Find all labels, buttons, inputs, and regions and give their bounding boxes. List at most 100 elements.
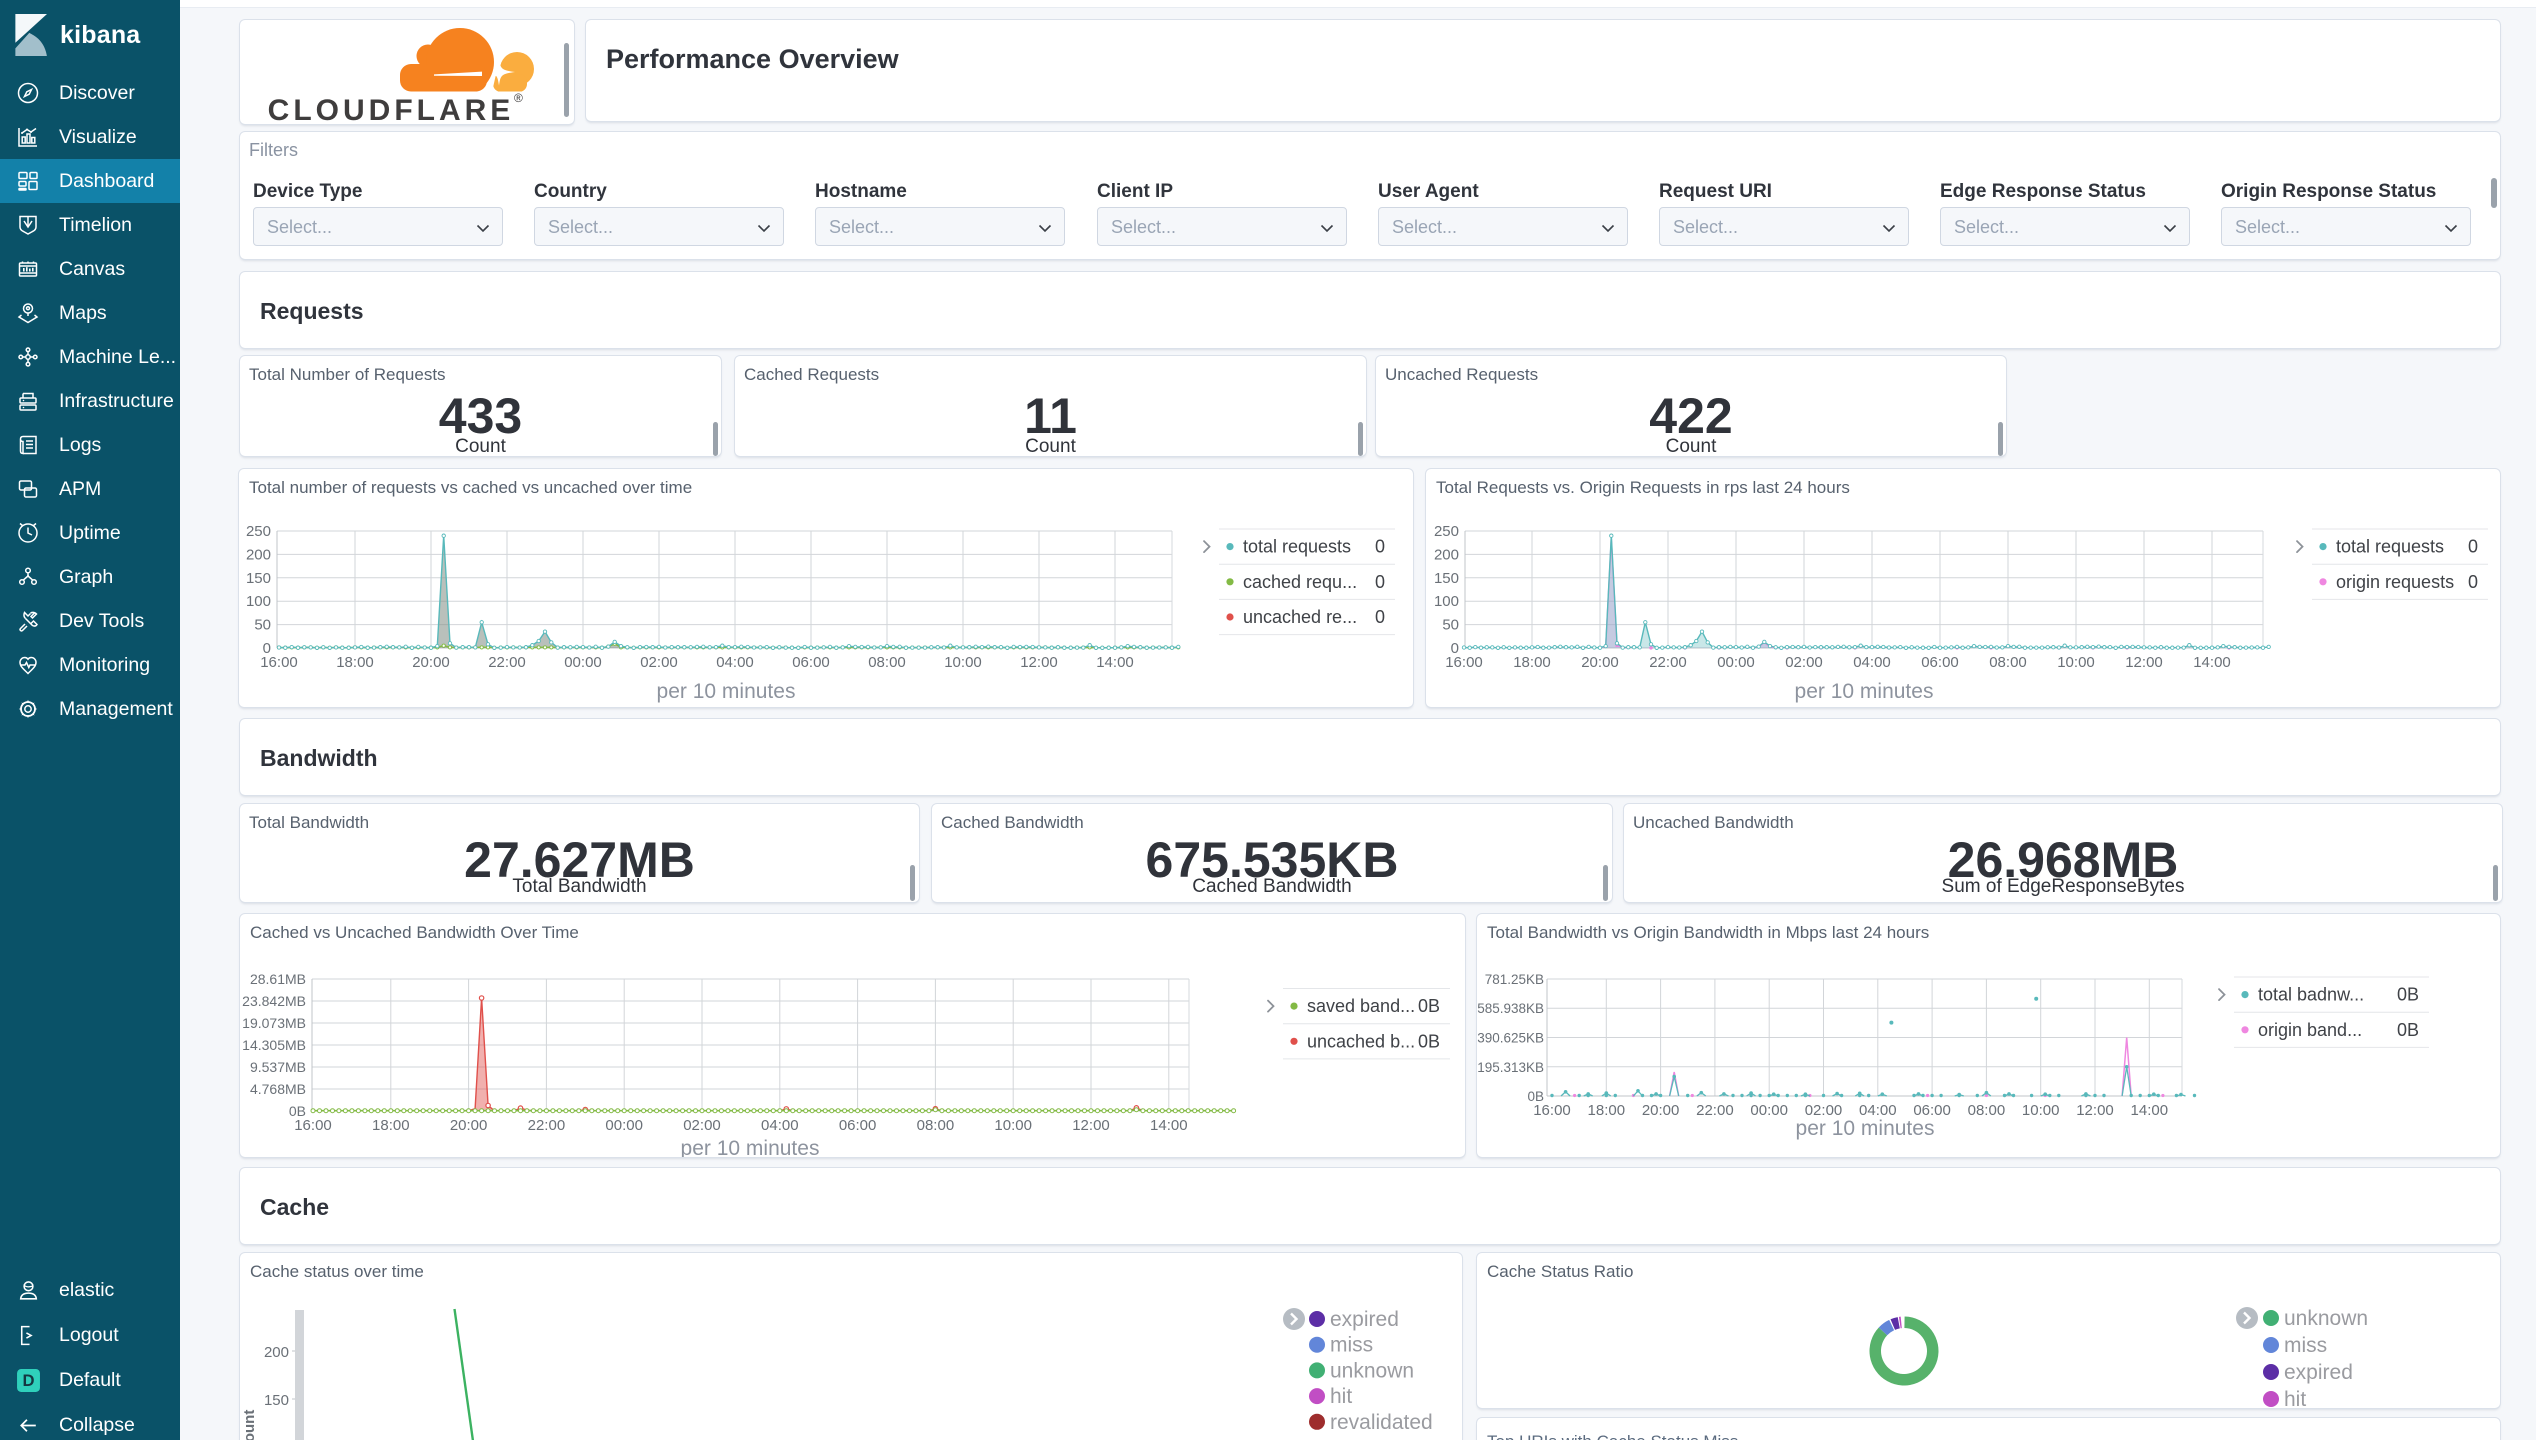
- svg-text:250: 250: [246, 523, 271, 540]
- svg-text:00:00: 00:00: [605, 1117, 643, 1134]
- svg-text:20:00: 20:00: [1642, 1102, 1680, 1119]
- svg-text:06:00: 06:00: [839, 1117, 877, 1134]
- svg-text:02:00: 02:00: [640, 654, 678, 671]
- svg-text:08:00: 08:00: [917, 1117, 955, 1134]
- svg-text:00:00: 00:00: [1717, 654, 1755, 671]
- svg-text:hit: hit: [1330, 1385, 1352, 1408]
- svg-text:200: 200: [264, 1344, 289, 1361]
- svg-text:14:00: 14:00: [2193, 654, 2231, 671]
- svg-text:12:00: 12:00: [2125, 654, 2163, 671]
- svg-text:16:00: 16:00: [1445, 654, 1483, 671]
- svg-text:origin band...: origin band...: [2258, 1020, 2362, 1040]
- svg-text:CLOUDFLARE: CLOUDFLARE: [268, 94, 515, 125]
- svg-text:®: ®: [514, 91, 523, 105]
- svg-text:0: 0: [2468, 572, 2478, 592]
- svg-text:19.073MB: 19.073MB: [242, 1015, 306, 1031]
- svg-text:06:00: 06:00: [1921, 654, 1959, 671]
- svg-text:100: 100: [246, 593, 271, 610]
- svg-text:10:00: 10:00: [944, 654, 982, 671]
- svg-text:0: 0: [1375, 537, 1385, 557]
- svg-text:miss: miss: [1330, 1334, 1373, 1357]
- svg-text:10:00: 10:00: [994, 1117, 1032, 1134]
- svg-text:585.938KB: 585.938KB: [1477, 1001, 1544, 1016]
- svg-text:50: 50: [1442, 617, 1459, 634]
- svg-text:cached requ...: cached requ...: [1243, 572, 1357, 592]
- svg-text:miss: miss: [2284, 1334, 2327, 1357]
- svg-text:per 10 minutes: per 10 minutes: [1796, 1117, 1935, 1140]
- svg-text:00:00: 00:00: [564, 654, 602, 671]
- svg-text:12:00: 12:00: [1072, 1117, 1110, 1134]
- svg-text:22:00: 22:00: [1649, 654, 1687, 671]
- svg-text:50: 50: [254, 617, 271, 634]
- svg-text:18:00: 18:00: [336, 654, 374, 671]
- svg-text:22:00: 22:00: [528, 1117, 566, 1134]
- svg-text:20:00: 20:00: [1581, 654, 1619, 671]
- svg-text:02:00: 02:00: [683, 1117, 721, 1134]
- svg-text:0B: 0B: [2397, 1020, 2419, 1040]
- svg-text:28.61MB: 28.61MB: [250, 971, 306, 987]
- svg-text:23.842MB: 23.842MB: [242, 993, 306, 1009]
- svg-text:150: 150: [1434, 570, 1459, 587]
- svg-text:9.537MB: 9.537MB: [250, 1059, 306, 1075]
- svg-text:195.313KB: 195.313KB: [1477, 1060, 1544, 1075]
- svg-text:100: 100: [1434, 593, 1459, 610]
- svg-text:0B: 0B: [2397, 985, 2419, 1005]
- svg-text:200: 200: [246, 546, 271, 563]
- svg-text:12:00: 12:00: [1020, 654, 1058, 671]
- svg-text:origin requests: origin requests: [2336, 572, 2454, 592]
- svg-text:0: 0: [2468, 537, 2478, 557]
- svg-text:18:00: 18:00: [1588, 1102, 1626, 1119]
- svg-text:04:00: 04:00: [761, 1117, 799, 1134]
- svg-text:uncached re...: uncached re...: [1243, 607, 1357, 627]
- svg-text:hit: hit: [2284, 1388, 2306, 1409]
- svg-text:expired: expired: [2284, 1361, 2353, 1384]
- svg-text:total badnw...: total badnw...: [2258, 985, 2364, 1005]
- svg-text:14:00: 14:00: [2131, 1102, 2169, 1119]
- svg-text:08:00: 08:00: [1968, 1102, 2006, 1119]
- svg-text:0: 0: [1375, 607, 1385, 627]
- svg-text:16:00: 16:00: [260, 654, 298, 671]
- svg-text:10:00: 10:00: [2022, 1102, 2060, 1119]
- svg-text:12:00: 12:00: [2076, 1102, 2114, 1119]
- svg-text:20:00: 20:00: [450, 1117, 488, 1134]
- svg-text:per 10 minutes: per 10 minutes: [657, 680, 796, 703]
- svg-text:390.625KB: 390.625KB: [1477, 1031, 1544, 1046]
- svg-text:total requests: total requests: [1243, 537, 1351, 557]
- svg-text:14.305MB: 14.305MB: [242, 1037, 306, 1053]
- svg-text:150: 150: [246, 570, 271, 587]
- svg-text:0: 0: [1375, 572, 1385, 592]
- svg-text:22:00: 22:00: [1696, 1102, 1734, 1119]
- svg-text:781.25KB: 781.25KB: [1485, 972, 1544, 987]
- svg-text:per 10 minutes: per 10 minutes: [1795, 680, 1934, 703]
- svg-text:02:00: 02:00: [1785, 654, 1823, 671]
- svg-text:revalidated: revalidated: [1330, 1411, 1433, 1434]
- svg-text:0B: 0B: [1418, 996, 1440, 1016]
- svg-text:10:00: 10:00: [2057, 654, 2095, 671]
- svg-text:18:00: 18:00: [372, 1117, 410, 1134]
- svg-text:20:00: 20:00: [412, 654, 450, 671]
- svg-text:total requests: total requests: [2336, 537, 2444, 557]
- svg-text:18:00: 18:00: [1513, 654, 1551, 671]
- svg-text:04:00: 04:00: [1853, 654, 1891, 671]
- svg-text:200: 200: [1434, 546, 1459, 563]
- svg-text:unknown: unknown: [2284, 1307, 2368, 1330]
- svg-text:08:00: 08:00: [868, 654, 906, 671]
- svg-text:Count: Count: [241, 1410, 258, 1440]
- svg-text:250: 250: [1434, 523, 1459, 540]
- svg-text:D: D: [22, 1371, 34, 1390]
- svg-text:expired: expired: [1330, 1308, 1399, 1331]
- svg-text:06:00: 06:00: [792, 654, 830, 671]
- svg-text:22:00: 22:00: [488, 654, 526, 671]
- svg-text:150: 150: [264, 1392, 289, 1409]
- svg-text:00:00: 00:00: [1750, 1102, 1788, 1119]
- svg-text:per 10 minutes: per 10 minutes: [681, 1137, 820, 1158]
- svg-text:16:00: 16:00: [294, 1117, 332, 1134]
- svg-text:04:00: 04:00: [716, 654, 754, 671]
- svg-text:saved band...: saved band...: [1307, 996, 1415, 1016]
- svg-text:14:00: 14:00: [1150, 1117, 1188, 1134]
- svg-text:14:00: 14:00: [1096, 654, 1134, 671]
- svg-text:0B: 0B: [1418, 1031, 1440, 1051]
- svg-text:08:00: 08:00: [1989, 654, 2027, 671]
- svg-text:4.768MB: 4.768MB: [250, 1081, 306, 1097]
- svg-text:uncached b...: uncached b...: [1307, 1031, 1415, 1051]
